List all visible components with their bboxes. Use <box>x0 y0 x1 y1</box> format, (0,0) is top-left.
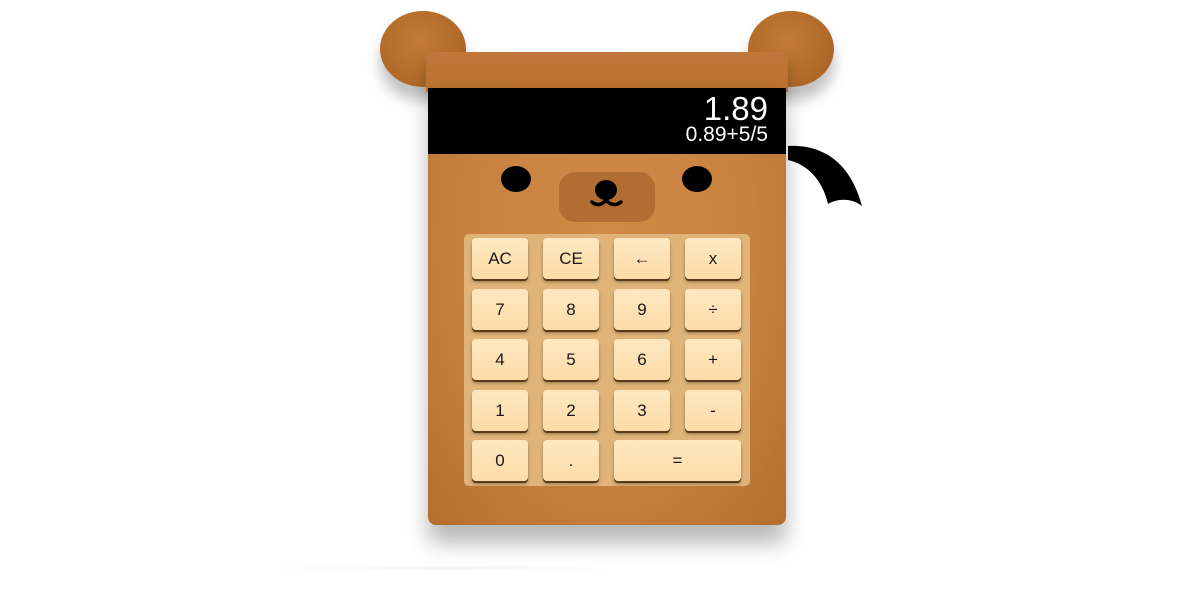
six-button[interactable]: 6 <box>614 339 670 380</box>
expression-display: 0.89+5/5 <box>685 123 768 146</box>
three-button[interactable]: 3 <box>614 390 670 431</box>
decimal-button[interactable]: . <box>543 440 599 481</box>
ce-button[interactable]: CE <box>543 238 599 279</box>
display-panel: 1.89 0.89+5/5 <box>428 88 786 154</box>
keypad: AC CE ← x 7 8 9 ÷ 4 5 6 + 1 2 3 - 0 . = <box>464 234 750 486</box>
zero-button[interactable]: 0 <box>472 440 528 481</box>
divide-button[interactable]: ÷ <box>685 289 741 330</box>
calculator-body: 1.89 0.89+5/5 AC CE ← x 7 8 9 ÷ 4 5 6 + … <box>428 88 786 525</box>
multiply-button[interactable]: x <box>685 238 741 279</box>
nose-mouth-icon <box>590 180 623 207</box>
bear-calculator-app: 1.89 0.89+5/5 AC CE ← x 7 8 9 ÷ 4 5 6 + … <box>0 0 1200 600</box>
ac-button[interactable]: AC <box>472 238 528 279</box>
eight-button[interactable]: 8 <box>543 289 599 330</box>
floor-shadow <box>270 566 620 570</box>
head-top <box>426 52 788 92</box>
minus-button[interactable]: - <box>685 390 741 431</box>
five-button[interactable]: 5 <box>543 339 599 380</box>
backspace-button[interactable]: ← <box>614 238 670 279</box>
nine-button[interactable]: 9 <box>614 289 670 330</box>
right-eye <box>682 166 712 192</box>
four-button[interactable]: 4 <box>472 339 528 380</box>
tail-decoration <box>788 145 862 206</box>
two-button[interactable]: 2 <box>543 390 599 431</box>
equals-button[interactable]: = <box>614 440 741 481</box>
seven-button[interactable]: 7 <box>472 289 528 330</box>
left-eye <box>501 166 531 192</box>
plus-button[interactable]: + <box>685 339 741 380</box>
one-button[interactable]: 1 <box>472 390 528 431</box>
snout <box>559 172 655 222</box>
